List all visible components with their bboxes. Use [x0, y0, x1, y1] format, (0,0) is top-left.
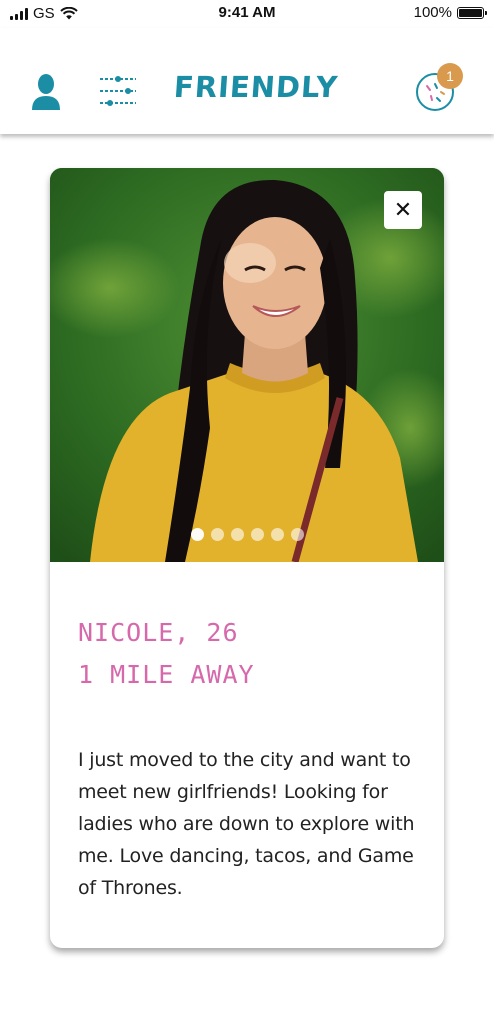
photo-dot[interactable] [231, 528, 244, 541]
status-bar: GS 9:41 AM 100% [0, 0, 494, 28]
battery-fill [459, 8, 482, 17]
photo-dot[interactable] [211, 528, 224, 541]
close-button[interactable]: ✕ [384, 191, 422, 229]
battery-percentage: 100% [413, 4, 452, 21]
profile-distance: 1 MILE AWAY [78, 660, 255, 689]
photo-dot[interactable] [191, 528, 204, 541]
photo-dot[interactable] [251, 528, 264, 541]
profile-name-age: NICOLE, 26 [78, 618, 239, 647]
battery-icon [457, 6, 487, 19]
profile-card[interactable]: ✕ NICOLE, 26 1 MILE AWAY I just moved to… [50, 168, 444, 948]
profile-photo[interactable]: ✕ [50, 168, 444, 563]
photo-dot[interactable] [291, 528, 304, 541]
profile-icon[interactable] [28, 72, 64, 110]
status-right: 100% [413, 4, 487, 21]
notification-badge[interactable]: 1 [437, 63, 463, 89]
top-nav: FRIENDLY 1 [0, 28, 494, 134]
profile-bio: I just moved to the city and want to mee… [78, 749, 415, 899]
close-icon: ✕ [393, 197, 413, 223]
filter-sliders-icon[interactable] [98, 74, 138, 108]
app-logo: FRIENDLY [172, 70, 340, 104]
photo-pagination[interactable] [191, 528, 304, 541]
photo-dot[interactable] [271, 528, 284, 541]
